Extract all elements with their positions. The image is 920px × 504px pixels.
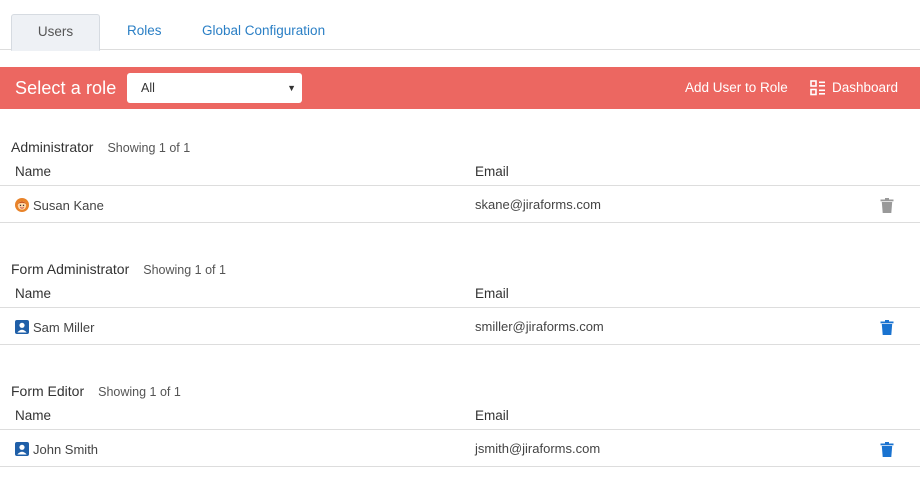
role-name: Administrator xyxy=(11,139,94,155)
orange-face-avatar-icon xyxy=(15,198,29,212)
table-row: Sam Miller smiller@jiraforms.com xyxy=(0,307,920,345)
blue-person-avatar-icon xyxy=(15,442,29,456)
user-email: skane@jiraforms.com xyxy=(475,197,601,212)
user-cell: John Smith xyxy=(15,430,98,468)
blue-person-avatar-icon xyxy=(15,320,29,334)
tab-roles[interactable]: Roles xyxy=(127,14,162,50)
column-header-name: Name xyxy=(15,408,52,423)
section-header: Form Administrator Showing 1 of 1 xyxy=(11,259,226,279)
tab-global-configuration[interactable]: Global Configuration xyxy=(202,14,325,50)
showing-count: Showing 1 of 1 xyxy=(143,263,226,277)
column-header-name: Name xyxy=(15,164,52,179)
dashboard-button[interactable]: Dashboard xyxy=(810,67,898,109)
tab-users[interactable]: Users xyxy=(11,14,100,51)
role-toolbar: Select a role All ▼ Add User to Role Das… xyxy=(0,67,920,109)
dropdown-caret-icon: ▼ xyxy=(287,83,296,93)
role-name: Form Administrator xyxy=(11,261,130,277)
role-select-dropdown[interactable]: All ▼ xyxy=(127,73,302,103)
role-select-value: All xyxy=(141,81,155,95)
add-user-to-role-button[interactable]: Add User to Role xyxy=(685,67,788,109)
role-name: Form Editor xyxy=(11,383,85,399)
user-name: Sam Miller xyxy=(33,319,95,335)
table-row: John Smith jsmith@jiraforms.com xyxy=(0,429,920,467)
select-role-label: Select a role xyxy=(15,78,117,98)
column-header-email: Email xyxy=(475,286,509,301)
trash-icon[interactable] xyxy=(880,442,894,457)
tab-bar: Users Roles Global Configuration xyxy=(0,0,920,51)
user-email: jsmith@jiraforms.com xyxy=(475,441,601,456)
dashboard-label: Dashboard xyxy=(832,80,899,95)
showing-count: Showing 1 of 1 xyxy=(98,385,181,399)
user-email: smiller@jiraforms.com xyxy=(475,319,604,334)
user-name: Susan Kane xyxy=(33,197,104,213)
section-header: Administrator Showing 1 of 1 xyxy=(11,137,190,157)
column-header-email: Email xyxy=(475,164,509,179)
showing-count: Showing 1 of 1 xyxy=(107,141,191,155)
user-name: John Smith xyxy=(33,441,99,457)
trash-icon[interactable] xyxy=(880,320,894,335)
section-header: Form Editor Showing 1 of 1 xyxy=(11,381,181,401)
column-header-name: Name xyxy=(15,286,52,301)
table-row: Susan Kane skane@jiraforms.com xyxy=(0,185,920,223)
dashboard-icon xyxy=(810,80,825,96)
trash-icon xyxy=(880,198,894,213)
column-header-email: Email xyxy=(475,408,509,423)
user-cell: Susan Kane xyxy=(15,186,104,224)
user-cell: Sam Miller xyxy=(15,308,94,346)
